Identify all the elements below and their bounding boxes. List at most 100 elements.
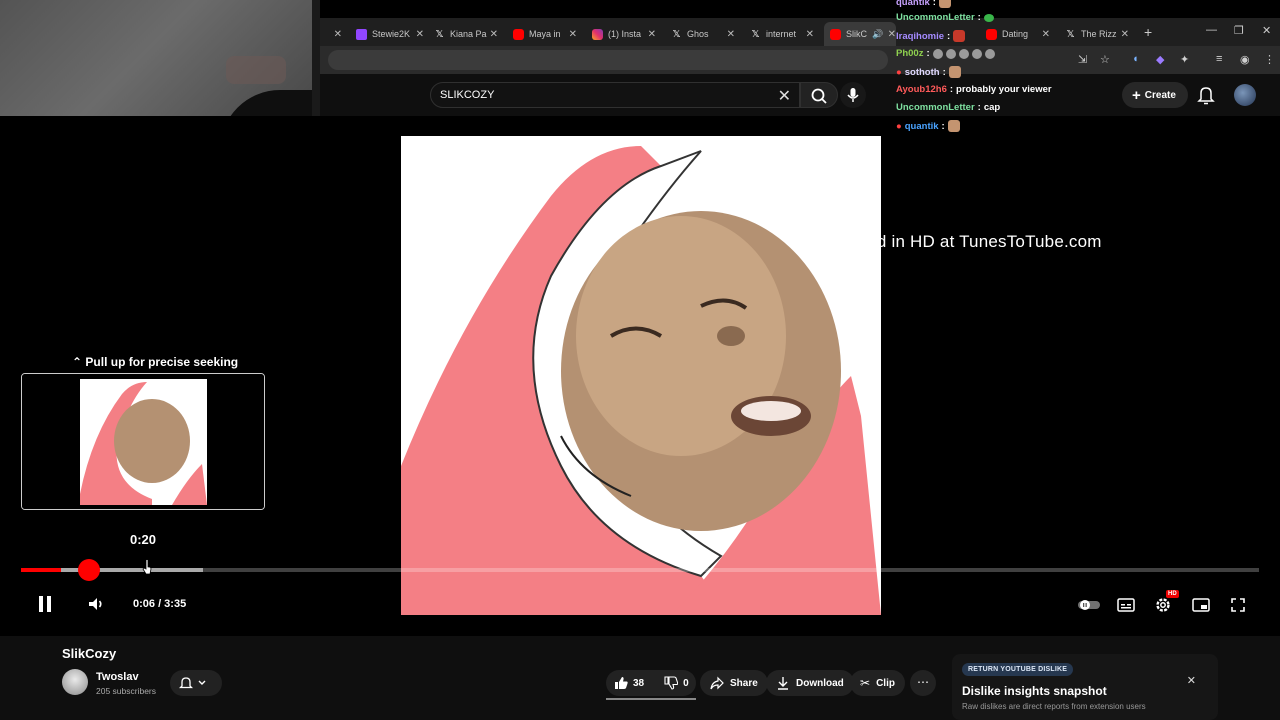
chat-message: UncommonLetter: cap [896,102,1001,113]
youtube-icon [513,28,524,40]
fullscreen-button[interactable] [1230,597,1246,618]
create-button[interactable]: + Create [1122,82,1188,108]
gear-icon [1156,598,1170,612]
volume-button[interactable] [86,594,106,619]
menu-kebab-icon[interactable]: ⋮ [1264,53,1275,66]
emote-icon [984,48,995,59]
close-icon[interactable]: ✕ [416,29,424,40]
close-icon[interactable]: ✕ [1187,674,1196,687]
avatar[interactable] [1234,84,1256,106]
more-actions-button[interactable]: ⋯ [910,670,936,696]
close-icon[interactable]: ✕ [490,29,498,40]
autoplay-toggle-icon [1078,600,1100,610]
chat-user: quantik [904,120,939,132]
subtitles-button[interactable] [1117,597,1135,618]
search-button[interactable] [800,82,838,108]
watermark-text: uploaded in HD at TunesToTube.com [815,232,1102,251]
chat-user: Ph00z [896,48,924,59]
tab-search-icon[interactable]: ≡ [1216,53,1222,65]
close-icon[interactable]: ✕ [569,29,577,40]
dislike-button[interactable]: 0 [664,676,689,690]
subscription-bell-button[interactable] [170,670,222,696]
minimize-icon[interactable]: — [1206,24,1217,36]
channel-name[interactable]: Twoslav [96,671,139,683]
time-display: 0:06 / 3:35 [133,598,187,610]
tab-label: SlikC [846,29,868,39]
chevron-down-icon [198,680,206,685]
tab-stewie[interactable]: Stewie2K ✕ [356,22,424,46]
download-button[interactable]: Download [766,670,854,696]
close-window-icon[interactable]: ✕ [1262,24,1271,37]
tab-label: Ghos [687,29,709,39]
search-input[interactable] [431,83,751,107]
close-icon[interactable]: ✕ [806,29,814,40]
pause-button[interactable] [35,594,55,619]
chat-text: probably your viewer [956,84,1052,95]
autoplay-toggle[interactable] [1078,598,1100,616]
emote-icon [938,0,951,8]
close-icon[interactable]: ✕ [648,29,656,40]
like-button[interactable]: 38 [614,676,644,690]
extension-icon[interactable]: ◖ [1132,53,1139,65]
clip-button[interactable]: ✂ Clip [850,670,905,696]
tab-close-partial[interactable]: ✕ [326,22,342,46]
emote-icon [948,66,961,78]
clear-search-icon[interactable]: ✕ [778,86,791,106]
notifications-button[interactable] [1196,84,1216,111]
more-horizontal-icon: ⋯ [917,675,929,689]
restore-icon[interactable]: ❐ [1234,24,1244,37]
chevron-up-icon: ⌃ [72,355,83,369]
close-icon[interactable]: ✕ [1042,29,1050,40]
tab-slikcozy-active[interactable]: SlikC 🔊 ✕ [824,22,896,46]
like-dislike-group: 38 0 [606,670,696,696]
miniplayer-icon [1192,598,1210,612]
close-icon[interactable]: ✕ [334,29,342,40]
chat-user: UncommonLetter [896,12,975,23]
profile-globe-icon[interactable]: ◉ [1240,53,1250,66]
pause-icon [39,596,51,612]
bookmark-star-icon[interactable]: ☆ [1100,53,1110,66]
return-youtube-dislike-panel: RETURN YOUTUBE DISLIKE Dislike insights … [952,654,1218,720]
address-bar[interactable] [328,50,888,70]
chat-text: cap [983,102,1001,113]
install-app-icon[interactable]: ⇲ [1078,53,1087,66]
tab-rizz[interactable]: 𝕏 The Rizz ✕ [1065,22,1129,46]
thumbs-down-icon [664,676,679,690]
emote-icon [932,48,943,59]
subscriber-count: 205 subscribers [96,686,157,696]
tab-maya[interactable]: Maya in ✕ [513,22,577,46]
shield-extension-icon[interactable]: ◆ [1156,53,1164,66]
tab-instagram[interactable]: (1) Insta ✕ [592,22,656,46]
speaker-icon[interactable]: 🔊 [872,29,883,40]
tab-internet[interactable]: 𝕏 internet ✕ [750,22,814,46]
hd-badge: HD [1166,590,1179,598]
channel-avatar[interactable] [62,669,88,695]
tab-dating[interactable]: Dating ✕ [986,22,1050,46]
chat-message: Ayoub12h6: probably your viewer [896,84,1052,95]
x-icon: 𝕏 [435,28,444,40]
share-button[interactable]: Share [700,670,768,696]
voice-search-button[interactable] [840,82,866,108]
share-label: Share [730,677,758,689]
tab-label: Kiana Pa [450,29,487,39]
puzzle-icon[interactable]: ✦ [1180,53,1189,66]
progress-bar[interactable] [21,559,1259,581]
scrubber-handle[interactable] [77,559,100,581]
miniplayer-button[interactable] [1192,597,1210,618]
tab-ghost[interactable]: 𝕏 Ghos ✕ [671,22,735,46]
seek-preview-time: 0:20 [130,532,157,547]
close-icon[interactable]: ✕ [1121,29,1129,40]
fullscreen-icon [1231,598,1245,612]
settings-button[interactable] [1154,596,1172,619]
chat-message: quantik: [896,0,951,8]
close-icon[interactable]: ✕ [727,29,735,40]
chat-user: Ayoub12h6 [896,84,947,95]
close-icon[interactable]: ✕ [888,29,896,40]
chat-message: UncommonLetter: [896,12,994,23]
new-tab-button[interactable]: + [1144,24,1152,40]
chat-message: Ph00z: [896,48,995,59]
tab-kiana[interactable]: 𝕏 Kiana Pa ✕ [434,22,498,46]
clip-label: Clip [876,677,895,689]
emote-icon [983,13,994,22]
mouse-cursor-icon [142,559,152,575]
